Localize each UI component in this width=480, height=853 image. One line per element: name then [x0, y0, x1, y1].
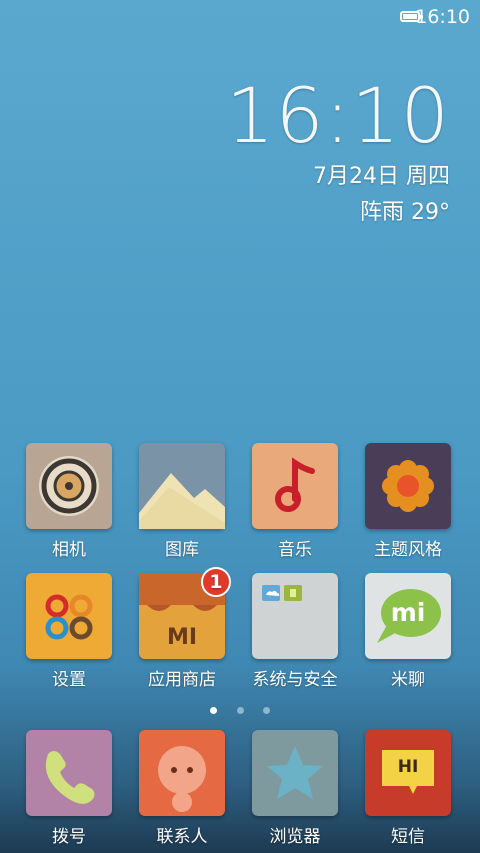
app-label: 设置	[52, 670, 86, 690]
app-settings[interactable]: 设置	[14, 573, 124, 690]
dock-messages[interactable]: HI 短信	[353, 730, 463, 847]
app-label: 米聊	[391, 670, 425, 690]
app-camera[interactable]: 相机	[14, 443, 124, 560]
gallery-icon	[139, 443, 225, 529]
folder-icon	[252, 573, 338, 659]
app-store[interactable]: MI 1 应用商店	[127, 567, 237, 690]
app-label: 拨号	[52, 827, 86, 847]
app-label: 图库	[165, 540, 199, 560]
app-miliao[interactable]: mi 米聊	[353, 573, 463, 690]
folder-system-security[interactable]: 系统与安全	[240, 573, 350, 690]
app-label: 系统与安全	[252, 670, 338, 690]
page-dot-active[interactable]	[210, 707, 218, 714]
app-label: 浏览器	[269, 827, 321, 847]
app-label: 音乐	[278, 540, 312, 560]
app-theme[interactable]: 主题风格	[353, 443, 463, 560]
phone-icon	[26, 730, 112, 816]
app-music[interactable]: 音乐	[240, 443, 350, 560]
messages-text: HI	[397, 757, 419, 777]
clock-date: 7月24日 周四	[313, 164, 450, 189]
dock-browser[interactable]: 浏览器	[240, 730, 350, 847]
app-label: 联系人	[156, 827, 208, 847]
miliao-icon: mi	[365, 573, 451, 659]
app-store-icon: MI 1	[139, 567, 231, 659]
contacts-icon	[139, 730, 225, 816]
dock-contacts[interactable]: 联系人	[127, 730, 237, 847]
clock-weather: 阵雨 29°	[360, 200, 450, 225]
status-bar: 16:10	[0, 0, 480, 34]
notification-badge: 1	[201, 567, 231, 597]
miliao-text: mi	[390, 598, 426, 627]
browser-icon	[252, 730, 338, 816]
settings-icon	[26, 573, 112, 659]
app-store-text: MI	[166, 625, 198, 650]
camera-icon	[26, 443, 112, 529]
messages-icon: HI	[365, 730, 451, 816]
status-time: 16:10	[415, 6, 470, 28]
app-label: 相机	[52, 540, 86, 560]
page-dot[interactable]	[262, 707, 270, 714]
theme-icon	[365, 443, 451, 529]
page-indicator	[0, 699, 480, 718]
clock-widget[interactable]: 16:10 7月24日 周四 阵雨 29°	[190, 78, 450, 226]
app-label: 短信	[391, 827, 425, 847]
dock-phone[interactable]: 拨号	[14, 730, 124, 847]
app-label: 主题风格	[374, 540, 442, 560]
app-gallery[interactable]: 图库	[127, 443, 237, 560]
dock: 拨号 联系人 浏览器 HI 短信	[0, 730, 480, 853]
clock-time: 16:10	[225, 71, 450, 160]
music-icon	[252, 443, 338, 529]
page-dot[interactable]	[236, 707, 244, 714]
app-label: 应用商店	[148, 670, 216, 690]
